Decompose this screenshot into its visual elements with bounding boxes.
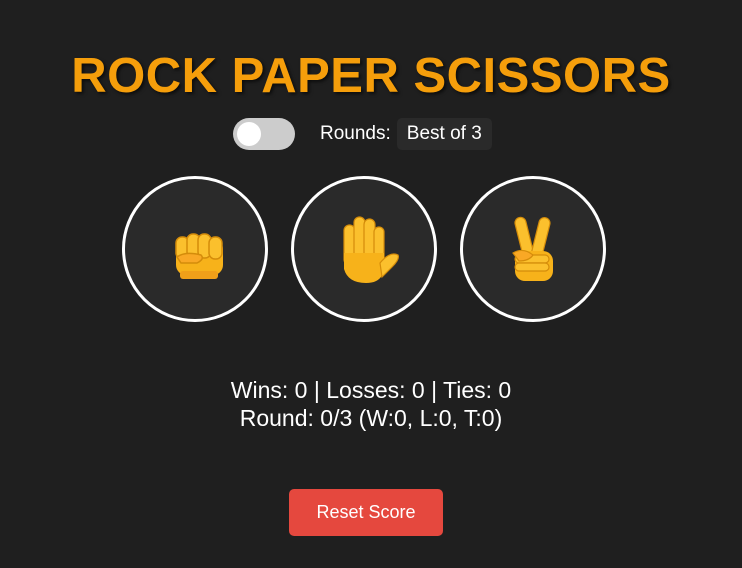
score-display: Wins: 0 | Losses: 0 | Ties: 0 Round: 0/3…	[0, 376, 742, 432]
score-totals: Wins: 0 | Losses: 0 | Ties: 0	[230, 377, 512, 403]
reset-score-button[interactable]: Reset Score	[289, 489, 443, 536]
rounds-select[interactable]: Best of 3	[396, 118, 492, 150]
raised-hand-emoji-icon	[343, 216, 399, 283]
rounds-label: Rounds:	[320, 123, 391, 144]
round-status: Round: 0/3 (W:0, L:0, T:0)	[239, 405, 503, 431]
game-page: ROCK PAPER SCISSORS Rounds: Best of 3 Wi…	[0, 0, 742, 568]
rock-button[interactable]	[122, 176, 268, 322]
controls-bar: Rounds: Best of 3	[233, 117, 492, 151]
page-title: ROCK PAPER SCISSORS	[71, 49, 671, 103]
toggle-knob	[237, 122, 261, 146]
scissors-button[interactable]	[460, 176, 606, 322]
fist-emoji-icon	[175, 233, 223, 279]
victory-hand-emoji-icon	[512, 216, 553, 281]
mode-toggle[interactable]	[233, 118, 295, 150]
paper-button[interactable]	[291, 176, 437, 322]
